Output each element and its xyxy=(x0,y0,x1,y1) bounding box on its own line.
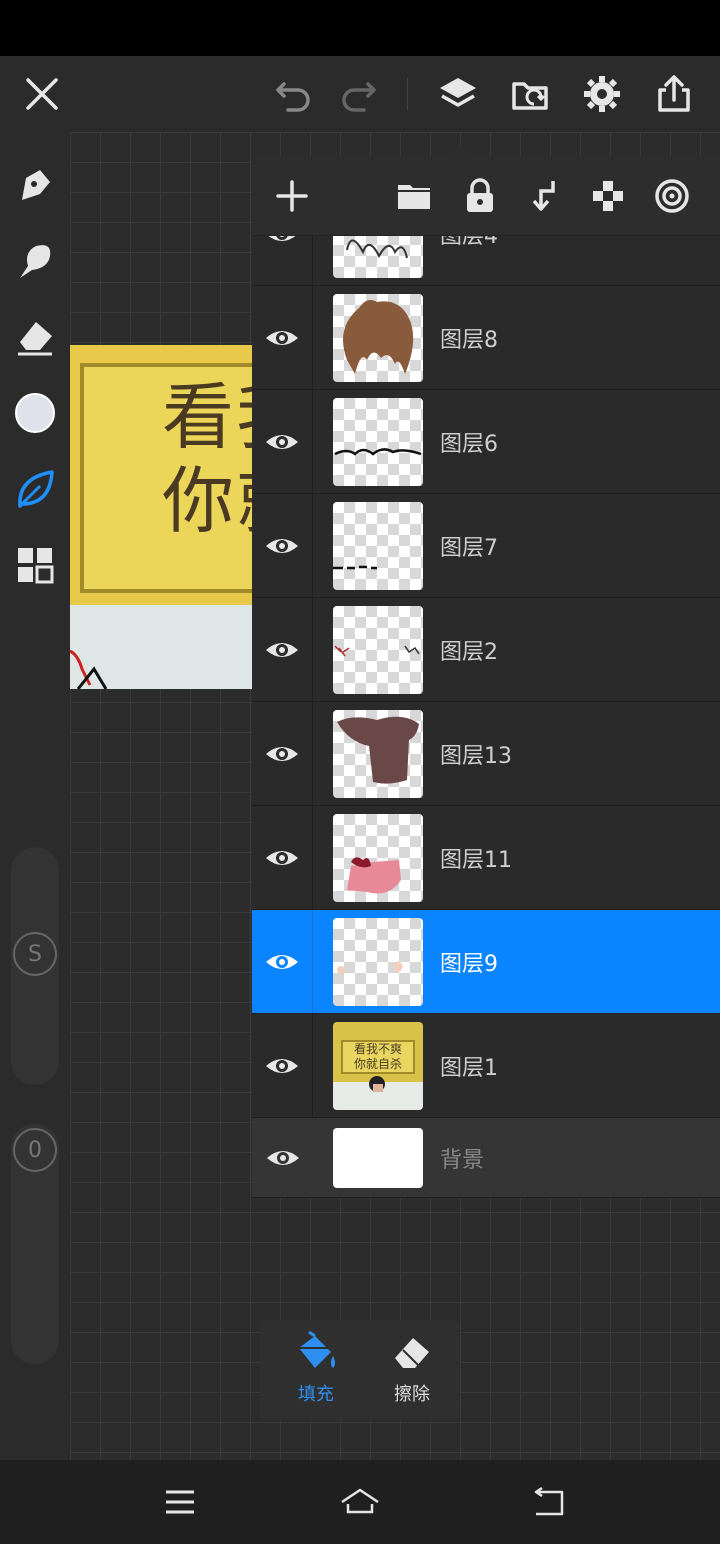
layers-icon[interactable] xyxy=(436,72,480,116)
erase-label: 擦除 xyxy=(394,1384,430,1405)
layer-row[interactable]: 图层6 xyxy=(252,390,720,494)
thumbnail-sign-text: 看我不爽 你就自杀 xyxy=(353,1042,402,1071)
eraser-icon[interactable] xyxy=(12,314,58,360)
fill-tool-popup: 填充 擦除 xyxy=(260,1320,460,1420)
layer-name: 图层13 xyxy=(440,743,512,769)
layer-thumbnail: 看我不爽 你就自杀 xyxy=(333,1022,423,1110)
canvas-artwork[interactable]: 看我 你就 xyxy=(70,345,252,689)
layer-name: 背景 xyxy=(440,1147,485,1173)
visibility-eye-icon[interactable] xyxy=(252,286,313,389)
layer-thumbnail xyxy=(333,606,423,694)
left-toolbar: S 0 xyxy=(0,132,70,1460)
erase-button[interactable]: 擦除 xyxy=(372,1330,452,1410)
smudge-icon[interactable] xyxy=(12,238,58,284)
import-icon[interactable] xyxy=(508,72,552,116)
brush-size-knob[interactable]: S xyxy=(13,932,57,976)
share-icon[interactable] xyxy=(652,72,696,116)
add-layer-icon[interactable] xyxy=(270,174,314,218)
layer-thumbnail xyxy=(333,502,423,590)
layer-row[interactable]: 图层7 xyxy=(252,494,720,598)
eraser-icon xyxy=(395,1338,429,1368)
opacity-knob[interactable]: 0 xyxy=(13,1128,57,1172)
visibility-eye-icon[interactable] xyxy=(252,494,313,597)
system-nav-bar xyxy=(0,1460,720,1544)
layer-name: 图层2 xyxy=(440,639,498,665)
grid-icon[interactable] xyxy=(12,542,58,588)
top-toolbar xyxy=(0,56,720,132)
redo-icon[interactable] xyxy=(336,72,380,116)
visibility-eye-icon[interactable] xyxy=(252,806,313,909)
paint-bucket-icon xyxy=(299,1330,335,1368)
character-outline xyxy=(70,649,108,689)
layer-thumbnail xyxy=(333,398,423,486)
fill-label: 填充 xyxy=(298,1384,334,1405)
blend-icon[interactable] xyxy=(650,174,694,218)
layers-toolbar xyxy=(252,156,720,236)
layer-name: 图层1 xyxy=(440,1055,498,1081)
layer-row[interactable]: 图层13 xyxy=(252,702,720,806)
color-swatch[interactable] xyxy=(12,390,58,436)
menu-icon[interactable] xyxy=(156,1480,204,1524)
undo-icon[interactable] xyxy=(272,72,316,116)
layer-name: 图层6 xyxy=(440,431,498,457)
layer-row[interactable]: 看我不爽 你就自杀 图层1 xyxy=(252,1014,720,1118)
home-icon[interactable] xyxy=(336,1480,384,1524)
visibility-eye-icon[interactable] xyxy=(252,390,313,493)
close-icon[interactable] xyxy=(20,72,64,116)
visibility-eye-icon[interactable] xyxy=(252,1014,313,1117)
visibility-eye-icon[interactable] xyxy=(252,1118,313,1197)
panel-pointer xyxy=(446,143,470,157)
merge-down-icon[interactable] xyxy=(522,174,566,218)
layer-thumbnail xyxy=(333,814,423,902)
visibility-eye-icon[interactable] xyxy=(252,910,313,1013)
layer-row[interactable]: 图层2 xyxy=(252,598,720,702)
visibility-eye-icon[interactable] xyxy=(252,702,313,805)
layer-thumbnail xyxy=(333,918,423,1006)
layer-thumbnail xyxy=(333,294,423,382)
visibility-eye-icon[interactable] xyxy=(252,598,313,701)
layer-thumbnail xyxy=(333,710,423,798)
fill-button[interactable]: 填充 xyxy=(276,1330,356,1410)
layers-panel: 图层4 图层8 图层6 图层7 图层2 图层13 图层11 图层9 看我不爽 你… xyxy=(252,156,720,1198)
layer-row-selected[interactable]: 图层9 xyxy=(252,910,720,1014)
layer-row-background[interactable]: 背景 xyxy=(252,1118,720,1198)
layer-name: 图层11 xyxy=(440,847,512,873)
folder-icon[interactable] xyxy=(392,174,436,218)
back-icon[interactable] xyxy=(524,1480,572,1524)
lock-icon[interactable] xyxy=(458,174,502,218)
leaf-brush-icon[interactable] xyxy=(12,466,58,512)
layer-name: 图层8 xyxy=(440,327,498,353)
layer-row[interactable]: 图层8 xyxy=(252,286,720,390)
pen-icon[interactable] xyxy=(12,162,58,208)
toolbar-divider xyxy=(407,78,408,110)
layer-row[interactable]: 图层11 xyxy=(252,806,720,910)
sign-text: 看我 你就 xyxy=(162,375,252,543)
status-bar xyxy=(0,0,720,56)
transparency-icon[interactable] xyxy=(586,174,630,218)
settings-icon[interactable] xyxy=(580,72,624,116)
layer-thumbnail xyxy=(333,1128,423,1188)
layer-name: 图层9 xyxy=(440,951,498,977)
layer-name: 图层7 xyxy=(440,535,498,561)
